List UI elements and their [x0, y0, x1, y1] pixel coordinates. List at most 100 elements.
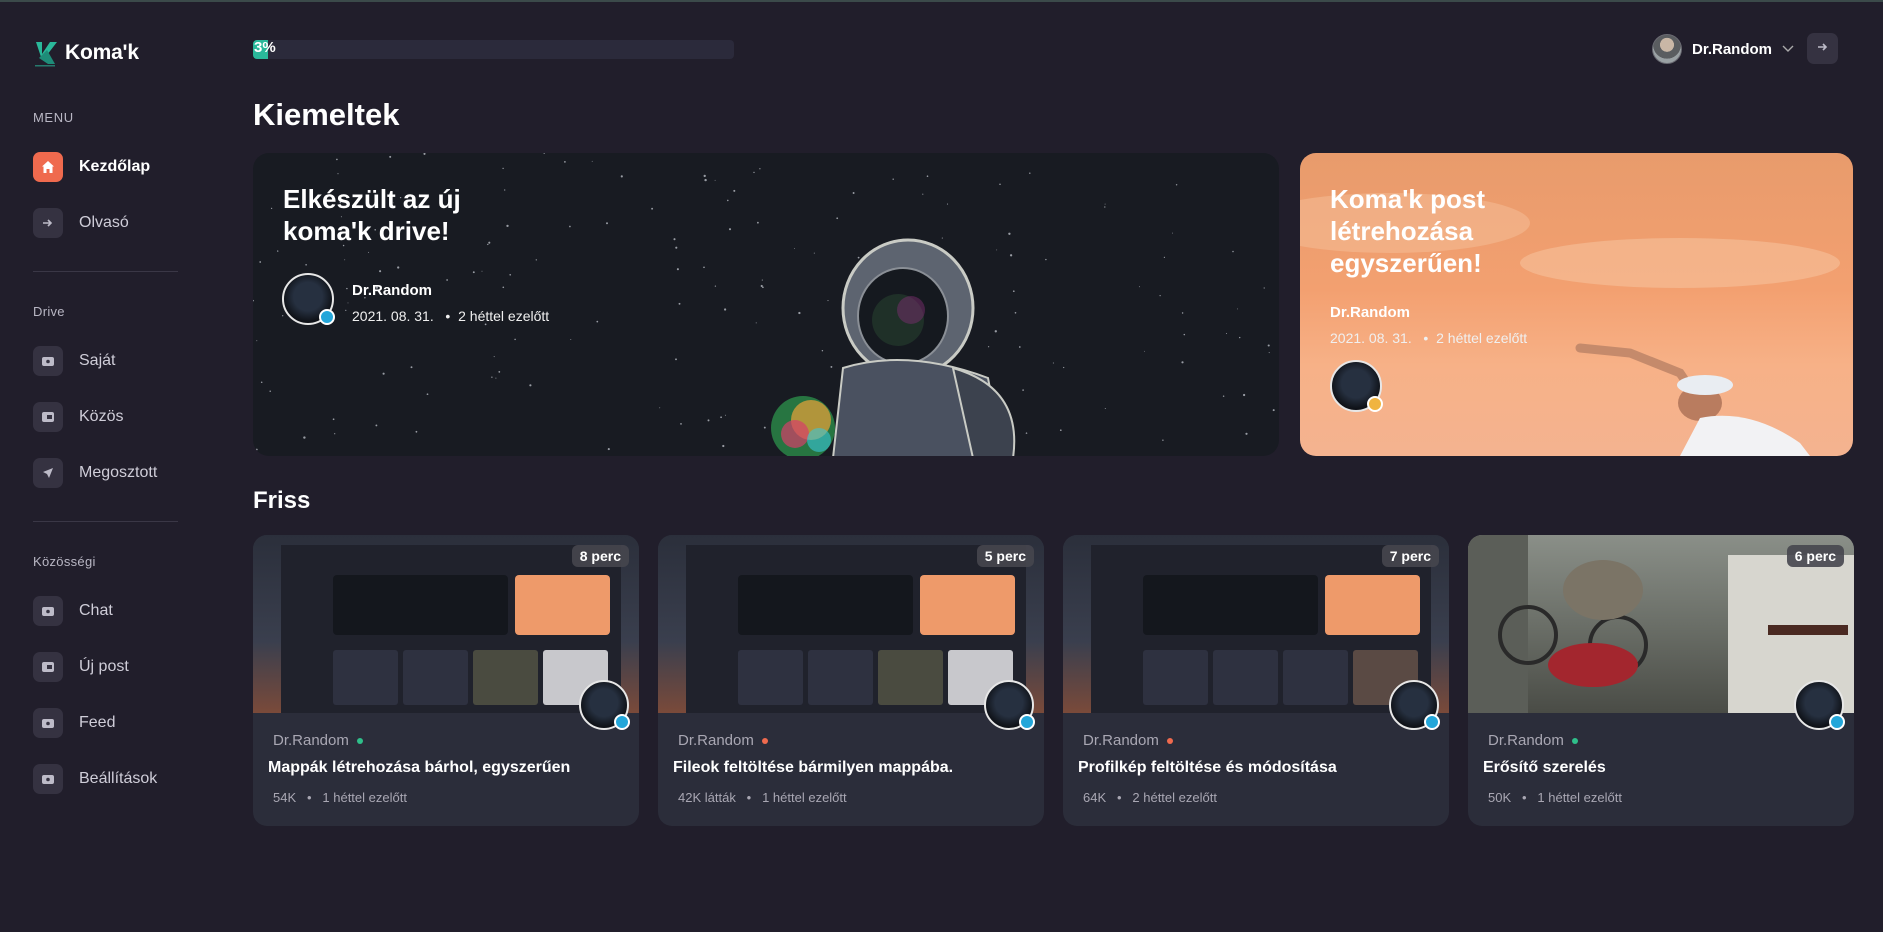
- author-name: Dr.Random: [678, 732, 754, 749]
- featured-author: Dr.Random: [1330, 304, 1411, 321]
- sidebar-item-label: Chat: [79, 602, 113, 619]
- author-name: Dr.Random: [273, 732, 349, 749]
- video-card[interactable]: 5 perc Dr.Random Fileok feltöltése bármi…: [658, 535, 1044, 826]
- sidebar-item-label: Beállítások: [79, 770, 158, 787]
- featured-ago: 2 héttel ezelőtt: [1436, 330, 1528, 346]
- sidebar-item-sajat[interactable]: Saját: [33, 333, 212, 389]
- sidebar-item-olvaso[interactable]: Olvasó: [33, 195, 212, 251]
- view-count: 42K látták: [678, 790, 736, 805]
- featured-meta: 2021. 08. 31. • 2 héttel ezelőtt: [352, 308, 549, 324]
- verified-badge-icon: [1019, 714, 1035, 730]
- arrow-right-icon: [33, 208, 63, 238]
- view-count: 50K: [1488, 790, 1512, 805]
- video-thumbnail: 8 perc: [253, 535, 639, 713]
- sidebar-item-label: Kezdőlap: [79, 158, 151, 175]
- featured-heading: Kiemeltek: [253, 97, 400, 132]
- card-meta: 50K • 1 héttel ezelőtt: [1488, 790, 1622, 805]
- featured-author: Dr.Random: [352, 282, 433, 299]
- sidebar-item-label: Új post: [79, 658, 129, 675]
- card-ago: 1 héttel ezelőtt: [322, 790, 407, 805]
- sidebar-item-label: Saját: [79, 352, 116, 369]
- user-menu[interactable]: Dr.Random: [1652, 34, 1794, 64]
- card-author: Dr.Random: [1488, 732, 1578, 749]
- card-author: Dr.Random: [1083, 732, 1173, 749]
- verified-badge-icon: [319, 309, 335, 325]
- featured-ago: 2 héttel ezelőtt: [458, 308, 550, 324]
- card-author: Dr.Random: [273, 732, 363, 749]
- video-card[interactable]: 6 perc Dr.Random Erősítő szerelés 50K • …: [1468, 535, 1854, 826]
- sidebar-item-megosztott[interactable]: Megosztott: [33, 445, 212, 501]
- card-title: Profilkép feltöltése és módosítása: [1078, 759, 1337, 776]
- card-author: Dr.Random: [678, 732, 768, 749]
- featured-card[interactable]: Koma'k post létrehozása egyszerűen! Dr.R…: [1300, 153, 1853, 456]
- avatar: [1652, 34, 1682, 64]
- verified-badge-icon: [1367, 396, 1383, 412]
- author-avatar: [1389, 680, 1440, 730]
- author-avatar: [579, 680, 630, 730]
- card-meta: 42K látták • 1 héttel ezelőtt: [678, 790, 847, 805]
- meta-separator: •: [1415, 330, 1433, 346]
- sidebar-item-beallitasok[interactable]: Beállítások: [33, 751, 212, 807]
- home-icon: [33, 152, 63, 182]
- meta-separator: •: [437, 308, 455, 324]
- featured-card[interactable]: Elkészült az új koma'k drive! Dr.Random …: [253, 153, 1279, 456]
- author-avatar: [984, 680, 1035, 730]
- author-avatar: [1794, 680, 1845, 730]
- author-name: Dr.Random: [1083, 732, 1159, 749]
- verified-badge-icon: [1829, 714, 1845, 730]
- status-dot: [761, 737, 768, 744]
- send-icon: [33, 458, 63, 488]
- drive-section-label: Drive: [33, 304, 65, 319]
- status-dot: [356, 737, 363, 744]
- card-ago: 2 héttel ezelőtt: [1132, 790, 1217, 805]
- video-card[interactable]: 7 perc Dr.Random Profilkép feltöltése és…: [1063, 535, 1449, 826]
- card-title: Erősítő szerelés: [1483, 759, 1606, 776]
- feed-icon: [33, 708, 63, 738]
- card-ago: 1 héttel ezelőtt: [762, 790, 847, 805]
- meta-separator: •: [1109, 790, 1129, 805]
- author-avatar: [282, 273, 335, 325]
- sidebar-item-kozos[interactable]: Közös: [33, 389, 212, 445]
- logo-icon: [33, 38, 59, 68]
- verified-badge-icon: [1424, 714, 1440, 730]
- sidebar-divider: [33, 521, 178, 522]
- featured-date: 2021. 08. 31.: [352, 308, 434, 324]
- community-section-label: Közösségi: [33, 554, 96, 569]
- video-thumbnail: 7 perc: [1063, 535, 1449, 713]
- logout-button[interactable]: [1807, 33, 1838, 64]
- status-dot: [1571, 737, 1578, 744]
- recent-heading: Friss: [253, 487, 311, 514]
- progress-label: 3%: [254, 39, 276, 56]
- verified-badge-icon: [614, 714, 630, 730]
- video-thumbnail: 5 perc: [658, 535, 1044, 713]
- author-name: Dr.Random: [1488, 732, 1564, 749]
- featured-date: 2021. 08. 31.: [1330, 330, 1412, 346]
- card-meta: 54K • 1 héttel ezelőtt: [273, 790, 407, 805]
- chat-icon: [33, 596, 63, 626]
- sidebar-item-label: Olvasó: [79, 214, 129, 231]
- sidebar-item-kezdolap[interactable]: Kezdőlap: [33, 139, 212, 195]
- sidebar-item-chat[interactable]: Chat: [33, 583, 212, 639]
- sidebar-item-label: Megosztott: [79, 464, 158, 481]
- featured-meta: 2021. 08. 31. • 2 héttel ezelőtt: [1330, 330, 1527, 346]
- sidebar-item-uj-post[interactable]: Új post: [33, 639, 212, 695]
- sidebar-item-label: Közös: [79, 408, 124, 425]
- video-thumbnail: 6 perc: [1468, 535, 1854, 713]
- chevron-down-icon: [1782, 42, 1794, 56]
- duration-badge: 8 perc: [571, 545, 629, 567]
- card-ago: 1 héttel ezelőtt: [1537, 790, 1622, 805]
- sidebar-item-label: Feed: [79, 714, 116, 731]
- progress-bar: [253, 40, 734, 59]
- meta-separator: •: [299, 790, 319, 805]
- user-name: Dr.Random: [1692, 40, 1773, 58]
- view-count: 54K: [273, 790, 297, 805]
- card-title: Mappák létrehozása bárhol, egyszerűen: [268, 759, 571, 776]
- app-name: Koma'k: [65, 41, 139, 64]
- duration-badge: 5 perc: [976, 545, 1034, 567]
- featured-title: Elkészült az új koma'k drive!: [283, 184, 461, 246]
- video-card[interactable]: 8 perc Dr.Random Mappák létrehozása bárh…: [253, 535, 639, 826]
- sidebar-item-feed[interactable]: Feed: [33, 695, 212, 751]
- app-logo[interactable]: Koma'k: [33, 32, 212, 74]
- settings-icon: [33, 764, 63, 794]
- shared-folder-icon: [33, 402, 63, 432]
